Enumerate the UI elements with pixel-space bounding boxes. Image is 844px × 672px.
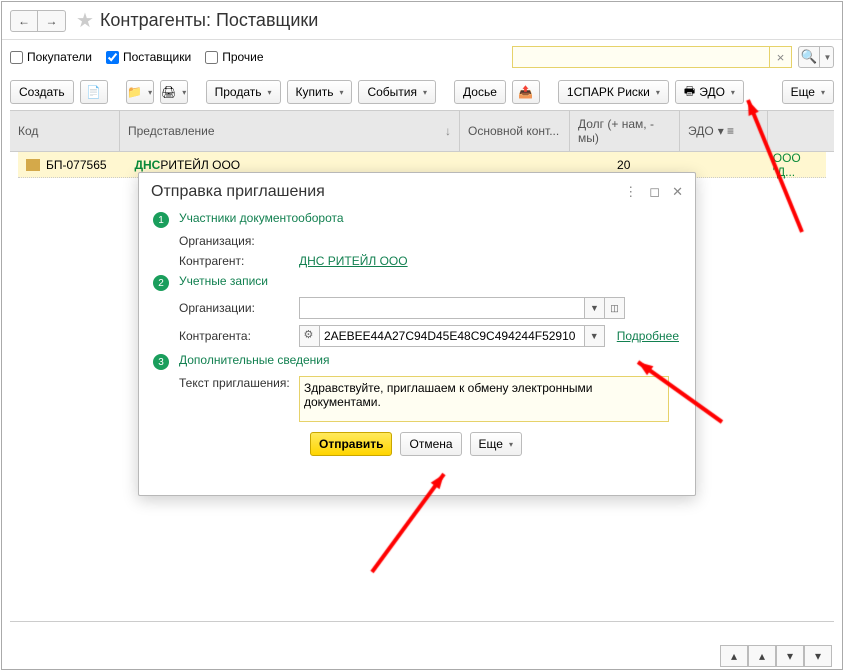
counterparty-account-dropdown-button[interactable]: ▼ [585, 325, 605, 347]
invite-dialog: Отправка приглашения ⋮ ◻ ✕ 1 Участники д… [138, 172, 696, 496]
dialog-menu-button[interactable]: ⋮ [624, 184, 637, 200]
send-button[interactable]: Отправить [310, 432, 392, 456]
filter-others-checkbox[interactable]: Прочие [205, 50, 263, 64]
print-button[interactable]: 🖨▾ [160, 80, 188, 104]
filter-suppliers-checkbox[interactable]: Поставщики [106, 50, 191, 64]
org-accounts-dropdown-button[interactable]: ▼ [585, 297, 605, 319]
invite-text-textarea[interactable] [299, 376, 669, 422]
page-title: Контрагенты: Поставщики [100, 10, 318, 31]
column-maincont-header[interactable]: Основной конт... [460, 111, 570, 151]
org-accounts-input[interactable] [299, 297, 585, 319]
toolbar-more-button[interactable]: Еще▾ [782, 80, 834, 104]
favorite-star-icon[interactable]: ★ [76, 8, 94, 33]
search-clear-button[interactable]: × [770, 46, 792, 68]
org-accounts-open-button[interactable]: ◫ [605, 297, 625, 319]
column-code-header[interactable]: Код [10, 111, 120, 151]
events-button[interactable]: События▾ [358, 80, 436, 104]
scroll-top-button[interactable]: ▴ [720, 645, 748, 667]
sell-button[interactable]: Продать▾ [206, 80, 281, 104]
column-name-header[interactable]: Представление↓ [120, 111, 460, 151]
section-2-title: Учетные записи [179, 274, 268, 288]
step-2-badge: 2 [153, 275, 169, 291]
search-input[interactable] [512, 46, 770, 68]
folder-button[interactable]: 📁▾ [126, 80, 154, 104]
section-1-title: Участники документооборота [179, 211, 344, 225]
dialog-more-button[interactable]: Еще▾ [470, 432, 522, 456]
counterparty-accounts-label: Контрагента: [179, 329, 299, 343]
row-name-prefix: ДНС [134, 158, 160, 172]
edo-col-caret-icon: ▾ ≡ [718, 124, 734, 138]
create-button[interactable]: Создать [10, 80, 74, 104]
filter-buyers-label: Покупатели [27, 50, 92, 64]
row-extra: ООО "Д... [773, 151, 818, 179]
counterparty-label: Контрагент: [179, 254, 299, 268]
org-label: Организация: [179, 234, 299, 248]
invite-text-label: Текст приглашения: [179, 376, 299, 390]
cancel-button[interactable]: Отмена [400, 432, 461, 456]
scroll-down-button[interactable]: ▾ [776, 645, 804, 667]
dialog-maximize-button[interactable]: ◻ [649, 184, 660, 200]
nav-back-button[interactable]: ← [10, 10, 38, 32]
row-debt: 20 [617, 158, 630, 172]
column-debt-header[interactable]: Долг (+ нам, - мы) [570, 111, 680, 151]
counterparty-link[interactable]: ДНС РИТЕЙЛ ООО [299, 254, 408, 268]
edo-button[interactable]: 🖶 ЭДО▾ [675, 80, 744, 104]
dialog-title: Отправка приглашения [151, 183, 325, 201]
buy-button[interactable]: Купить▾ [287, 80, 353, 104]
column-edo-header[interactable]: ЭДО ▾ ≡ [680, 111, 768, 151]
search-dropdown-button[interactable]: ▼ [820, 46, 834, 68]
copy-button[interactable]: 📄 [80, 80, 108, 104]
counterparty-account-input[interactable] [319, 325, 585, 347]
search-button[interactable]: 🔍 [798, 46, 820, 68]
wrench-icon [299, 325, 319, 347]
section-3-title: Дополнительные сведения [179, 353, 329, 367]
export-button[interactable]: 📤 [512, 80, 540, 104]
row-name-rest: РИТЕЙЛ ООО [160, 158, 240, 172]
sort-asc-icon: ↓ [445, 124, 451, 138]
item-icon [26, 159, 40, 171]
org-accounts-label: Организации: [179, 301, 299, 315]
step-3-badge: 3 [153, 354, 169, 370]
scroll-up-button[interactable]: ▴ [748, 645, 776, 667]
filter-others-label: Прочие [222, 50, 263, 64]
scroll-bottom-button[interactable]: ▾ [804, 645, 832, 667]
spark-risks-button[interactable]: 1СПАРК Риски▾ [558, 80, 669, 104]
step-1-badge: 1 [153, 212, 169, 228]
dossier-button[interactable]: Досье [454, 80, 506, 104]
row-code: БП-077565 [46, 158, 107, 172]
dialog-close-button[interactable]: ✕ [672, 184, 683, 200]
nav-forward-button[interactable]: → [38, 10, 66, 32]
more-details-link[interactable]: Подробнее [617, 329, 679, 343]
filter-buyers-checkbox[interactable]: Покупатели [10, 50, 92, 64]
filter-suppliers-label: Поставщики [123, 50, 191, 64]
